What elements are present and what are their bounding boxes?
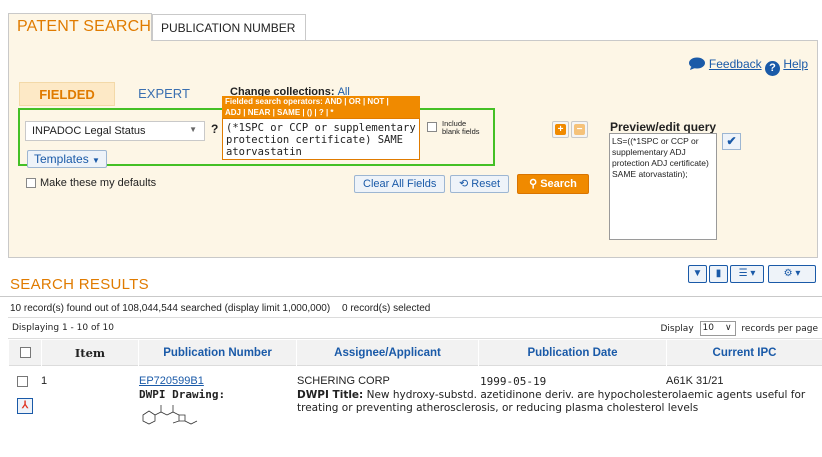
records-found: 10 record(s) found out of 108,044,544 se…	[10, 303, 331, 314]
help-icon[interactable]: ?	[764, 61, 780, 76]
search-label: Search	[540, 178, 577, 190]
display-row: Displaying 1 - 10 of 10 Display 10 ∨ rec…	[8, 317, 822, 339]
include-blank-label-line: blank fields	[442, 127, 480, 136]
preview-query-textarea[interactable]: LS=((*1SPC or CCP or supplementary ADJ p…	[609, 133, 717, 240]
row-checkbox[interactable]	[17, 376, 28, 387]
add-row-button[interactable]: +	[552, 121, 569, 138]
templates-button[interactable]: Templates ▼	[27, 150, 107, 168]
make-defaults-label: Make these my defaults	[40, 177, 157, 189]
feedback-bubble-icon	[688, 57, 705, 70]
gear-icon: ⚙ ▾	[783, 268, 801, 279]
settings-button[interactable]: ⚙ ▾	[768, 265, 816, 283]
templates-label: Templates	[34, 152, 89, 166]
apply-preview-button[interactable]: ✔	[722, 133, 741, 150]
dwpi-drawing-thumbnail[interactable]	[141, 401, 199, 427]
remove-row-button[interactable]: −	[571, 121, 588, 138]
reset-button[interactable]: ⟲ Reset	[450, 175, 510, 193]
tab-patent-search[interactable]: PATENT SEARCH	[8, 13, 152, 41]
tooltip-line: ADJ | NEAR | SAME | () | ? | *	[225, 108, 334, 117]
ipc-value: A61K 31/21	[666, 375, 724, 387]
per-page-select[interactable]: 10 ∨	[699, 321, 736, 336]
chevron-down-icon: ∨	[724, 323, 732, 333]
dwpi-drawing-label: DWPI Drawing:	[139, 388, 226, 401]
list-options-button[interactable]: ☰ ▾	[730, 265, 764, 283]
chart-icon: ▮	[715, 268, 722, 279]
displaying-count: Displaying 1 - 10 of 10	[12, 323, 114, 333]
per-page-label: records per page	[741, 324, 818, 334]
help-link[interactable]: Help	[783, 57, 808, 71]
checkmark-icon: ✔	[726, 134, 737, 148]
feedback-help-area: Feedback ? Help	[688, 57, 808, 76]
row-number: 1	[41, 375, 48, 387]
filter-button[interactable]: ▼	[688, 265, 707, 283]
reset-icon: ⟲	[459, 178, 469, 190]
results-divider	[0, 296, 822, 297]
pdf-icon[interactable]: ⅄	[17, 398, 33, 414]
field-select[interactable]: INPADOC Legal Status ▼	[25, 121, 205, 141]
publication-number-link[interactable]: EP720599B1	[139, 375, 204, 387]
field-select-value: INPADOC Legal Status	[32, 125, 146, 137]
search-icon: ⚲	[529, 178, 538, 190]
make-defaults-checkbox[interactable]	[26, 178, 36, 188]
column-current-ipc[interactable]: Current IPC	[666, 340, 822, 366]
dwpi-title-label: DWPI Title:	[297, 389, 364, 401]
per-page-value: 10	[702, 323, 714, 333]
caret-down-icon: ▼	[189, 125, 197, 134]
results-title: SEARCH RESULTS	[10, 276, 149, 293]
field-help-icon[interactable]: ?	[211, 122, 218, 136]
minus-icon: −	[574, 124, 585, 135]
chart-button[interactable]: ▮	[709, 265, 728, 283]
column-assignee[interactable]: Assignee/Applicant	[296, 340, 478, 366]
tab-expert[interactable]: EXPERT	[124, 82, 204, 106]
list-icon: ☰ ▾	[738, 268, 756, 279]
publication-date-value: 1999-05-19	[480, 375, 547, 388]
filter-icon: ▼	[692, 268, 703, 279]
select-all-checkbox[interactable]	[19, 347, 31, 359]
display-label: Display	[660, 324, 694, 334]
display-per-page: Display 10 ∨ records per page	[660, 321, 818, 336]
dwpi-title: DWPI Title: New hydroxy-substd. azetidin…	[297, 389, 807, 415]
reset-label: Reset	[471, 178, 501, 190]
clear-all-button[interactable]: Clear All Fields	[354, 175, 446, 193]
tooltip-line: Fielded search operators: AND | OR | NOT…	[225, 97, 389, 106]
preview-title: Preview/edit query	[610, 120, 717, 134]
assignee-value: SCHERING CORP	[297, 375, 390, 387]
tab-fielded[interactable]: FIELDED	[19, 82, 115, 106]
feedback-link[interactable]: Feedback	[709, 57, 762, 71]
include-blank-checkbox[interactable]	[427, 122, 437, 132]
dwpi-title-text: New hydroxy-substd. azetidinone deriv. a…	[297, 389, 806, 414]
records-selected: 0 record(s) selected	[342, 303, 431, 314]
column-item[interactable]: Item	[41, 340, 138, 366]
plus-icon: +	[555, 124, 566, 135]
select-all-cell	[8, 340, 41, 366]
search-button[interactable]: ⚲ Search	[517, 174, 589, 194]
column-publication-number[interactable]: Publication Number	[138, 340, 296, 366]
column-publication-date[interactable]: Publication Date	[478, 340, 666, 366]
caret-down-icon: ▼	[92, 156, 100, 165]
query-input[interactable]: (*1SPC or CCP or supplementary protectio…	[222, 118, 420, 160]
operators-tooltip: Fielded search operators: AND | OR | NOT…	[222, 96, 420, 118]
include-blank-label: Include blank fields	[442, 120, 480, 136]
tab-publication-number[interactable]: PUBLICATION NUMBER	[152, 14, 306, 40]
table-header: Item Publication Number Assignee/Applica…	[8, 340, 822, 366]
